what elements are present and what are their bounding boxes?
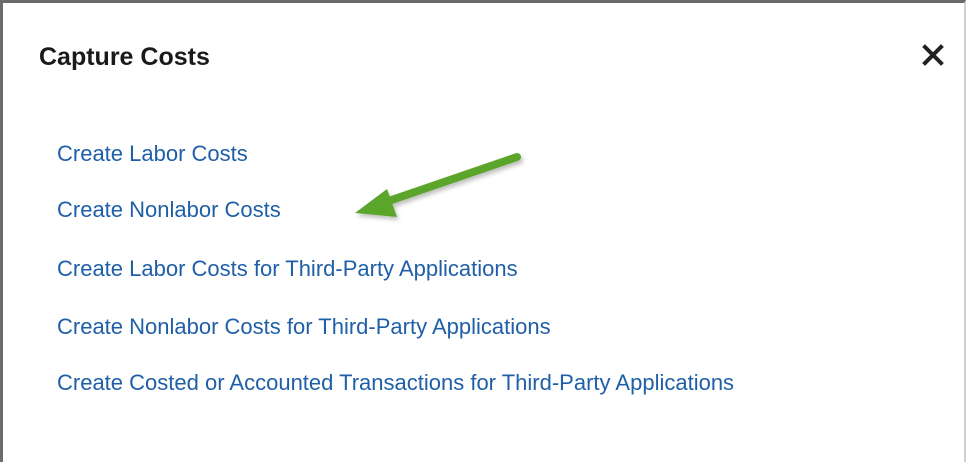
- link-create-costed-accounted-transactions[interactable]: Create Costed or Accounted Transactions …: [57, 365, 817, 401]
- screenshot-stage: Capture Costs Create Labor Costs Create …: [0, 0, 968, 462]
- green-arrow-icon: [355, 153, 521, 217]
- link-create-labor-costs-third-party[interactable]: Create Labor Costs for Third-Party Appli…: [57, 252, 518, 286]
- close-icon: [922, 44, 944, 66]
- close-button[interactable]: [917, 39, 949, 71]
- link-create-labor-costs[interactable]: Create Labor Costs: [57, 137, 248, 171]
- link-create-nonlabor-costs[interactable]: Create Nonlabor Costs: [57, 193, 281, 227]
- dialog-title: Capture Costs: [39, 43, 210, 71]
- link-create-nonlabor-costs-third-party[interactable]: Create Nonlabor Costs for Third-Party Ap…: [57, 310, 551, 344]
- capture-costs-dialog: Capture Costs Create Labor Costs Create …: [0, 0, 966, 462]
